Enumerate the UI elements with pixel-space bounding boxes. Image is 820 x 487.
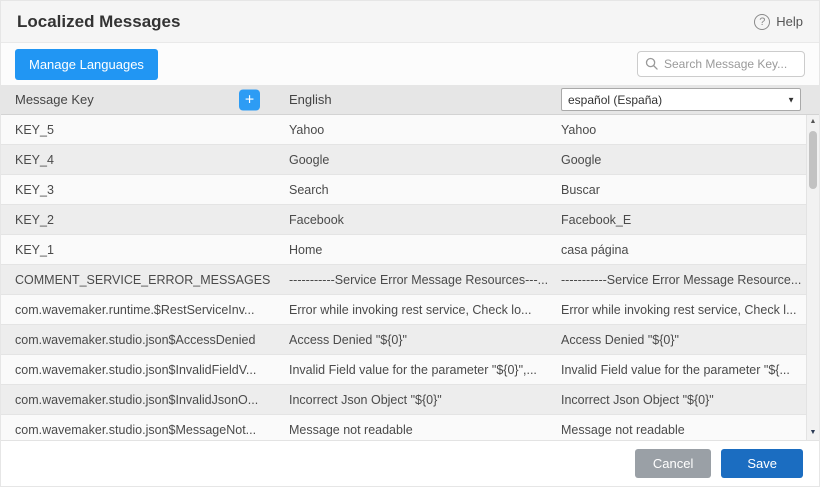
save-button[interactable]: Save	[721, 449, 803, 478]
table-row[interactable]: KEY_3 Search Buscar	[1, 175, 819, 205]
cell-english: Message not readable	[275, 423, 549, 437]
cell-english: Google	[275, 153, 549, 167]
cell-message-key: KEY_2	[1, 213, 275, 227]
manage-languages-button[interactable]: Manage Languages	[15, 49, 158, 80]
cancel-button[interactable]: Cancel	[635, 449, 711, 478]
footer: Cancel Save	[1, 440, 819, 486]
column-header-message-key-label: Message Key	[15, 92, 94, 107]
column-header-english: English	[275, 92, 549, 107]
cell-translation: Google	[549, 153, 819, 167]
cell-message-key: com.wavemaker.runtime.$RestServiceInv...	[1, 303, 275, 317]
cell-translation: Invalid Field value for the parameter "$…	[549, 363, 819, 377]
scrollbar-thumb[interactable]	[809, 131, 817, 189]
cell-english: Incorrect Json Object "${0}"	[275, 393, 549, 407]
cell-english: Invalid Field value for the parameter "$…	[275, 363, 549, 377]
cell-message-key: COMMENT_SERVICE_ERROR_MESSAGES	[1, 273, 275, 287]
help-button[interactable]: ? Help	[754, 14, 803, 30]
titlebar: Localized Messages ? Help	[1, 1, 819, 43]
column-header-language: español (España) ▼	[549, 88, 819, 111]
cell-translation: Message not readable	[549, 423, 819, 437]
page-title: Localized Messages	[17, 12, 180, 32]
table-row[interactable]: com.wavemaker.studio.json$InvalidFieldV.…	[1, 355, 819, 385]
scroll-up-arrow[interactable]: ▲	[807, 115, 819, 129]
cell-english: -----------Service Error Message Resourc…	[275, 273, 549, 287]
language-select-wrap: español (España) ▼	[561, 88, 801, 111]
cell-translation: Access Denied "${0}"	[549, 333, 819, 347]
cell-english: Search	[275, 183, 549, 197]
cell-translation: casa página	[549, 243, 819, 257]
toolbar: Manage Languages	[1, 43, 819, 85]
table-row[interactable]: com.wavemaker.studio.json$MessageNot... …	[1, 415, 819, 440]
cell-english: Yahoo	[275, 123, 549, 137]
table-row[interactable]: com.wavemaker.studio.json$InvalidJsonO..…	[1, 385, 819, 415]
cell-translation: Facebook_E	[549, 213, 819, 227]
vertical-scrollbar[interactable]: ▲ ▼	[806, 115, 819, 440]
cell-message-key: KEY_4	[1, 153, 275, 167]
table-row[interactable]: COMMENT_SERVICE_ERROR_MESSAGES ---------…	[1, 265, 819, 295]
table-row[interactable]: com.wavemaker.runtime.$RestServiceInv...…	[1, 295, 819, 325]
table-row[interactable]: KEY_4 Google Google	[1, 145, 819, 175]
table-row[interactable]: KEY_1 Home casa página	[1, 235, 819, 265]
cell-translation: Error while invoking rest service, Check…	[549, 303, 819, 317]
table-header: Message Key + English español (España) ▼	[1, 85, 819, 115]
column-header-message-key: Message Key +	[1, 92, 275, 107]
table-row[interactable]: com.wavemaker.studio.json$AccessDenied A…	[1, 325, 819, 355]
scroll-down-arrow[interactable]: ▼	[807, 426, 819, 440]
cell-translation: Incorrect Json Object "${0}"	[549, 393, 819, 407]
cell-english: Access Denied "${0}"	[275, 333, 549, 347]
localized-messages-panel: Localized Messages ? Help Manage Languag…	[0, 0, 820, 487]
cell-message-key: KEY_5	[1, 123, 275, 137]
cell-message-key: com.wavemaker.studio.json$MessageNot...	[1, 423, 275, 437]
column-header-english-label: English	[289, 92, 332, 107]
language-select[interactable]: español (España)	[561, 88, 801, 111]
cell-english: Facebook	[275, 213, 549, 227]
help-label: Help	[776, 14, 803, 29]
cell-translation: Buscar	[549, 183, 819, 197]
search-input[interactable]	[637, 51, 805, 77]
table-row[interactable]: KEY_5 Yahoo Yahoo	[1, 115, 819, 145]
search-wrap	[637, 51, 805, 77]
cell-message-key: com.wavemaker.studio.json$InvalidFieldV.…	[1, 363, 275, 377]
add-message-key-button[interactable]: +	[239, 89, 260, 110]
cell-message-key: com.wavemaker.studio.json$InvalidJsonO..…	[1, 393, 275, 407]
cell-english: Error while invoking rest service, Check…	[275, 303, 549, 317]
cell-translation: -----------Service Error Message Resourc…	[549, 273, 819, 287]
table-row[interactable]: KEY_2 Facebook Facebook_E	[1, 205, 819, 235]
cell-translation: Yahoo	[549, 123, 819, 137]
cell-message-key: com.wavemaker.studio.json$AccessDenied	[1, 333, 275, 347]
cell-message-key: KEY_3	[1, 183, 275, 197]
plus-icon: +	[245, 91, 254, 108]
help-icon: ?	[754, 14, 770, 30]
table-body: KEY_5 Yahoo Yahoo KEY_4 Google Google KE…	[1, 115, 819, 440]
cell-english: Home	[275, 243, 549, 257]
cell-message-key: KEY_1	[1, 243, 275, 257]
